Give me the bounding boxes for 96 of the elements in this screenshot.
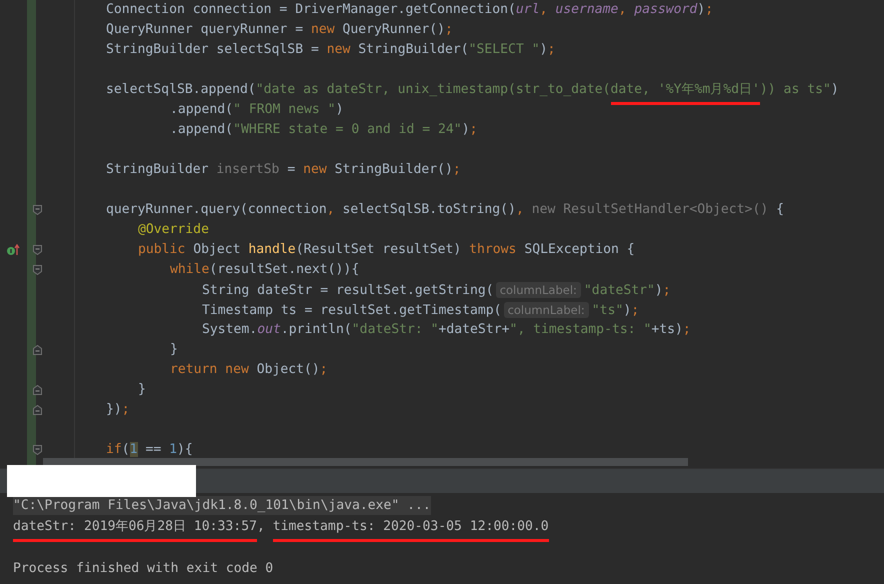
code-text: .append(: [170, 122, 234, 137]
keyword: new: [310, 22, 335, 37]
code-text: StringBuilder: [106, 162, 210, 177]
keyword: while: [170, 262, 210, 277]
dimmed-code: new ResultSetHandler<Object>(): [532, 202, 768, 217]
string-literal: "date as dateStr, unix_timestamp(str_to_date(: [256, 82, 611, 97]
horizontal-scrollbar[interactable]: [43, 458, 688, 466]
punctuation: ;: [662, 283, 671, 298]
fold-marker-icon[interactable]: [32, 405, 42, 415]
code-text: ): [697, 2, 706, 17]
code-text: SQLException {: [524, 242, 635, 257]
code-text: ){: [177, 442, 193, 457]
code-text: String dateStr = resultSet.getString(: [202, 283, 494, 298]
code-text: =: [286, 162, 296, 177]
string-literal: "WHERE state = 0 and id = 24": [233, 122, 462, 137]
code-text: QueryRunner queryRunner =: [106, 22, 304, 37]
parameter-hint: columnLabel:: [496, 282, 581, 298]
code-text: ): [654, 283, 663, 298]
code-text: ==: [144, 442, 162, 457]
code-text: System.: [202, 322, 258, 337]
keyword: public: [138, 242, 186, 257]
code-text: .println(: [280, 322, 352, 337]
punctuation: ;: [682, 322, 691, 337]
code-text: StringBuilder selectSqlSB =: [106, 42, 320, 57]
keyword: new: [326, 42, 350, 57]
punctuation: ;: [631, 303, 640, 318]
punctuation: ,: [326, 202, 336, 217]
dimmed-code: insertSb: [216, 162, 280, 177]
code-text: StringBuilder(: [357, 42, 469, 57]
punctuation: ;: [705, 2, 714, 17]
code-text: .append(: [170, 102, 234, 117]
string-literal: ", timestamp-ts: ": [509, 322, 652, 337]
code-text: StringBuilder(): [334, 162, 453, 177]
keyword: if: [106, 442, 122, 457]
string-literal: )) as ts": [760, 82, 831, 97]
fold-marker-icon[interactable]: [32, 345, 42, 355]
punctuation: ,: [540, 2, 548, 17]
punctuation: ;: [320, 362, 328, 377]
fold-marker-icon[interactable]: [32, 445, 42, 455]
field-reference: out: [257, 322, 281, 337]
code-text: {: [775, 202, 784, 217]
code-text: (resultSet.next()){: [209, 262, 360, 277]
code-text: }: [138, 382, 146, 397]
punctuation: ;: [470, 122, 478, 137]
code-text: ): [462, 122, 470, 137]
number-literal: 1: [130, 442, 138, 457]
field-reference: url: [516, 2, 540, 17]
code-text: Connection connection = DriverManager.getConnection(: [106, 2, 516, 17]
method-name: handle: [248, 242, 296, 257]
fold-marker-icon[interactable]: [32, 385, 42, 395]
fold-marker-icon[interactable]: [32, 245, 42, 255]
code-text: selectSqlSB.toString(): [342, 202, 516, 217]
code-text: ): [830, 82, 839, 97]
keyword: new: [303, 162, 327, 177]
string-literal: "ts": [592, 303, 624, 318]
code-text: (ResultSet resultSet): [296, 242, 462, 257]
annotation: @Override: [138, 222, 209, 237]
string-literal: "SELECT ": [468, 42, 540, 57]
code-text: queryRunner.query(connection: [106, 202, 327, 217]
code-text: +ts): [651, 322, 683, 337]
implements-method-icon[interactable]: [6, 244, 20, 256]
punctuation: ,: [618, 2, 628, 17]
console-output: ,: [256, 519, 266, 534]
code-text: ): [623, 303, 632, 318]
number-literal: 1: [169, 442, 177, 457]
code-text: ): [336, 102, 344, 117]
code-text: }): [106, 402, 122, 417]
punctuation: ;: [445, 22, 453, 37]
code-text: Object: [193, 242, 242, 257]
keyword: throws: [469, 242, 518, 257]
punctuation: ;: [547, 42, 556, 57]
code-text: }: [170, 342, 178, 357]
string-literal: "dateStr: ": [352, 322, 439, 337]
punctuation: ;: [122, 402, 130, 417]
string-literal: "dateStr": [584, 283, 655, 298]
punctuation: ;: [452, 162, 461, 177]
code-text: QueryRunner(): [342, 22, 445, 37]
punctuation: ,: [516, 202, 525, 217]
code-text: selectSqlSB.append(: [106, 82, 256, 97]
fold-marker-icon[interactable]: [32, 205, 42, 215]
keyword: return new: [170, 362, 250, 377]
field-reference: username: [555, 2, 618, 17]
console-output: Process finished with exit code 0: [13, 561, 274, 576]
run-command: "C:\Program Files\Java\jdk1.8.0_101\bin\java.exe" ...: [13, 498, 431, 513]
field-reference: password: [634, 2, 698, 17]
parameter-hint: columnLabel:: [504, 302, 589, 318]
code-text: (: [122, 442, 130, 457]
fold-marker-icon[interactable]: [32, 265, 42, 275]
code-text: Object(): [256, 362, 320, 377]
code-text: ): [540, 42, 548, 57]
code-text: Timestamp ts = resultSet.getTimestamp(: [202, 303, 502, 318]
string-literal: " FROM news ": [233, 102, 336, 117]
console-output: timestamp-ts: 2020-03-05 12:00:00.0: [272, 519, 549, 542]
code-text: +dateStr+: [438, 322, 510, 337]
string-literal: date, '%Y年%m月%d日': [610, 82, 760, 105]
console-output: dateStr: 2019年06月28日 10:33:57: [13, 519, 257, 542]
